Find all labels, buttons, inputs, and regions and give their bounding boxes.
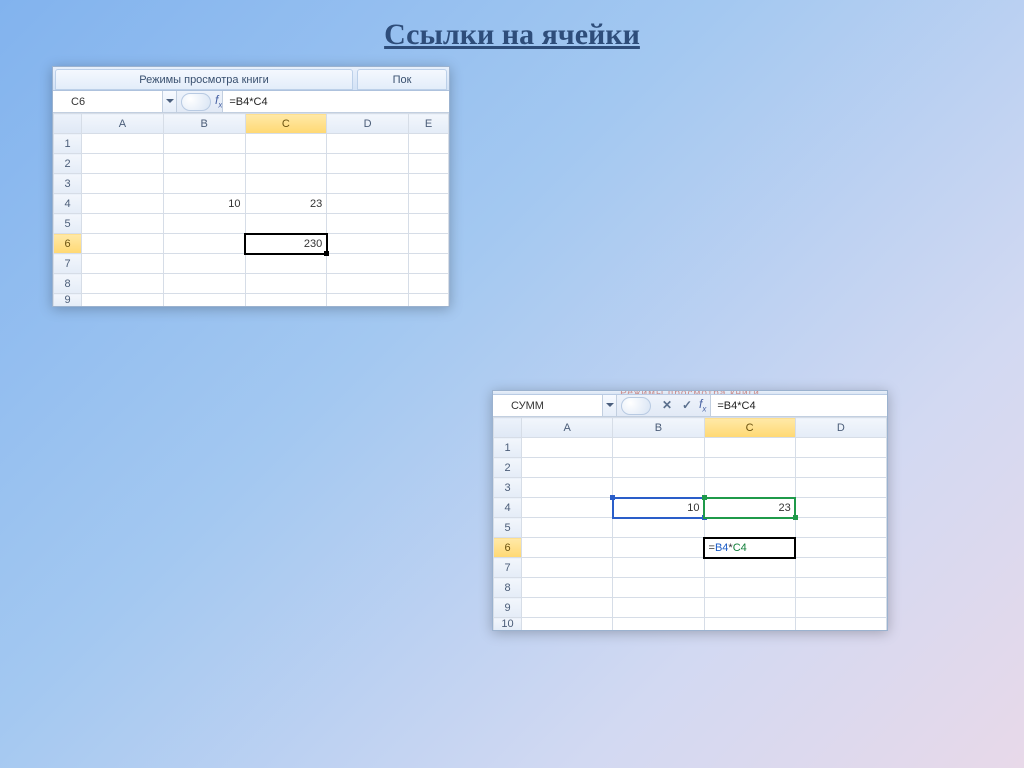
col-header[interactable]: B [163,114,245,134]
row-header[interactable]: 7 [494,558,522,578]
row-header[interactable]: 2 [54,154,82,174]
formula-input[interactable]: =B4*C4 [222,91,449,112]
ribbon: Режимы просмотра книги Пок [53,67,449,91]
cell[interactable]: 10 [163,194,245,214]
name-box[interactable]: C6 [53,91,163,112]
active-edit-cell[interactable]: =B4*C4 [704,538,795,558]
formula-oval [621,397,651,415]
row-header[interactable]: 3 [494,478,522,498]
formula-bar: СУММ ✕ ✓ fx =B4*C4 [493,395,887,417]
enter-icon[interactable]: ✓ [679,397,695,413]
row-header[interactable]: 5 [494,518,522,538]
select-all-corner[interactable] [494,418,522,438]
row-header[interactable]: 7 [54,254,82,274]
excel-screenshot-1: Режимы просмотра книги Пок C6 fx =B4*C4 … [52,66,450,307]
spreadsheet-grid[interactable]: A B C D 1 2 3 4 10 23 5 6 =B4*C4 7 8 9 1… [493,417,887,630]
row-header[interactable]: 5 [54,214,82,234]
name-box[interactable]: СУММ [493,395,603,416]
active-cell[interactable]: 230 [245,234,327,254]
col-header[interactable]: C [704,418,795,438]
name-box-dropdown-icon[interactable] [603,395,617,416]
row-header[interactable]: 1 [54,134,82,154]
col-header[interactable]: D [327,114,409,134]
cell[interactable]: 23 [245,194,327,214]
select-all-corner[interactable] [54,114,82,134]
row-header[interactable]: 4 [54,194,82,214]
cell-ref-c4[interactable]: 23 [704,498,795,518]
col-header[interactable]: B [613,418,704,438]
row-header[interactable]: 8 [54,274,82,294]
spreadsheet-grid[interactable]: A B C D E 1 2 3 4 10 23 5 6 230 7 8 9 [53,113,449,306]
row-header[interactable]: 4 [494,498,522,518]
formula-bar: C6 fx =B4*C4 [53,91,449,113]
col-header[interactable]: A [82,114,164,134]
row-header[interactable]: 10 [494,618,522,631]
ribbon-group-view[interactable]: Режимы просмотра книги [55,69,353,90]
ribbon-group-cut[interactable]: Пок [357,69,447,90]
row-header[interactable]: 9 [494,598,522,618]
col-header[interactable]: C [245,114,327,134]
row-header[interactable]: 6 [54,234,82,254]
formula-oval [181,93,211,111]
row-header[interactable]: 2 [494,458,522,478]
excel-screenshot-2: Режимы просмотра книги СУММ ✕ ✓ fx =B4*C… [492,390,888,631]
cancel-icon[interactable]: ✕ [659,397,675,413]
col-header[interactable]: D [795,418,886,438]
row-header[interactable]: 1 [494,438,522,458]
row-header[interactable]: 9 [54,294,82,307]
row-header[interactable]: 3 [54,174,82,194]
fx-icon[interactable]: fx [699,397,706,413]
cell-ref-b4[interactable]: 10 [613,498,704,518]
fx-icon[interactable]: fx [215,93,222,109]
name-box-dropdown-icon[interactable] [163,91,177,112]
row-header[interactable]: 6 [494,538,522,558]
col-header[interactable]: A [522,418,613,438]
formula-input[interactable]: =B4*C4 [710,395,887,416]
slide-title: Ссылки на ячейки [0,0,1024,52]
col-header[interactable]: E [409,114,449,134]
row-header[interactable]: 8 [494,578,522,598]
